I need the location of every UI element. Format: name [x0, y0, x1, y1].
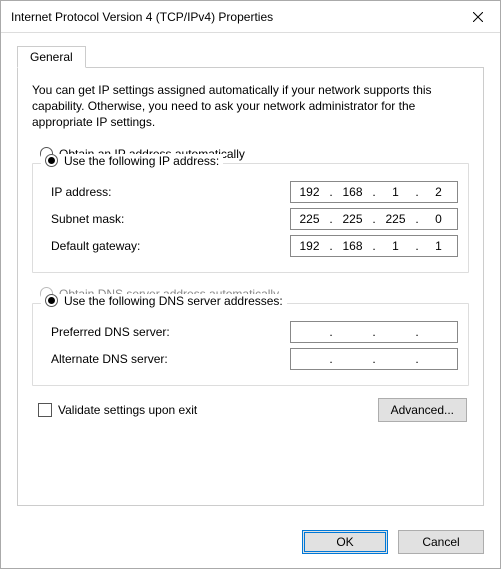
- ip-octet[interactable]: 192: [291, 236, 328, 256]
- label-alternate-dns: Alternate DNS server:: [51, 352, 290, 366]
- ip-octet[interactable]: [334, 322, 371, 342]
- ok-button[interactable]: OK: [302, 530, 388, 554]
- row-validate-advanced: Validate settings upon exit Advanced...: [32, 398, 469, 422]
- label-default-gateway: Default gateway:: [51, 239, 290, 253]
- ip-octet[interactable]: 192: [291, 182, 328, 202]
- ip-octet[interactable]: [420, 322, 457, 342]
- tab-general[interactable]: General: [17, 46, 86, 68]
- client-area: General You can get IP settings assigned…: [1, 33, 500, 518]
- titlebar: Internet Protocol Version 4 (TCP/IPv4) P…: [1, 1, 500, 33]
- input-preferred-dns[interactable]: . . .: [290, 321, 458, 343]
- tab-panel-general: You can get IP settings assigned automat…: [17, 67, 484, 506]
- row-ip-address: IP address: 192. 168. 1. 2: [51, 181, 458, 203]
- dialog-window: Internet Protocol Version 4 (TCP/IPv4) P…: [0, 0, 501, 569]
- label-preferred-dns: Preferred DNS server:: [51, 325, 290, 339]
- input-ip-address[interactable]: 192. 168. 1. 2: [290, 181, 458, 203]
- radio-ip-manual[interactable]: Use the following IP address:: [41, 154, 223, 168]
- tab-strip: General: [17, 45, 484, 67]
- ip-octet[interactable]: [334, 349, 371, 369]
- ip-octet[interactable]: 225: [291, 209, 328, 229]
- row-default-gateway: Default gateway: 192. 168. 1. 1: [51, 235, 458, 257]
- ip-octet[interactable]: 225: [377, 209, 414, 229]
- intro-text: You can get IP settings assigned automat…: [32, 82, 469, 131]
- radio-icon: [45, 154, 58, 167]
- group-dns-manual: Use the following DNS server addresses: …: [32, 303, 469, 386]
- input-alternate-dns[interactable]: . . .: [290, 348, 458, 370]
- ip-octet[interactable]: [291, 349, 328, 369]
- input-subnet-mask[interactable]: 225. 225. 225. 0: [290, 208, 458, 230]
- row-preferred-dns: Preferred DNS server: . . .: [51, 321, 458, 343]
- window-close-button[interactable]: [455, 1, 500, 33]
- close-icon: [473, 12, 483, 22]
- radio-icon: [45, 294, 58, 307]
- radio-dns-manual-label: Use the following DNS server addresses:: [64, 294, 283, 308]
- ip-octet[interactable]: 225: [334, 209, 371, 229]
- radio-ip-manual-label: Use the following IP address:: [64, 154, 219, 168]
- row-subnet-mask: Subnet mask: 225. 225. 225. 0: [51, 208, 458, 230]
- ip-octet[interactable]: [377, 322, 414, 342]
- ip-octet[interactable]: [377, 349, 414, 369]
- row-alternate-dns: Alternate DNS server: . . .: [51, 348, 458, 370]
- group-ip-manual: Use the following IP address: IP address…: [32, 163, 469, 273]
- input-default-gateway[interactable]: 192. 168. 1. 1: [290, 235, 458, 257]
- radio-dns-manual[interactable]: Use the following DNS server addresses:: [41, 294, 287, 308]
- label-validate-settings: Validate settings upon exit: [58, 403, 378, 417]
- dialog-footer: OK Cancel: [1, 518, 500, 568]
- cancel-button[interactable]: Cancel: [398, 530, 484, 554]
- ip-octet[interactable]: 168: [334, 182, 371, 202]
- advanced-button[interactable]: Advanced...: [378, 398, 467, 422]
- ip-octet[interactable]: [291, 322, 328, 342]
- label-subnet-mask: Subnet mask:: [51, 212, 290, 226]
- ip-octet[interactable]: [420, 349, 457, 369]
- window-title: Internet Protocol Version 4 (TCP/IPv4) P…: [11, 10, 455, 24]
- label-ip-address: IP address:: [51, 185, 290, 199]
- ip-octet[interactable]: 168: [334, 236, 371, 256]
- checkbox-validate-settings[interactable]: [38, 403, 52, 417]
- ip-octet[interactable]: 1: [420, 236, 457, 256]
- ip-octet[interactable]: 1: [377, 236, 414, 256]
- ip-octet[interactable]: 1: [377, 182, 414, 202]
- ip-octet[interactable]: 2: [420, 182, 457, 202]
- ip-octet[interactable]: 0: [420, 209, 457, 229]
